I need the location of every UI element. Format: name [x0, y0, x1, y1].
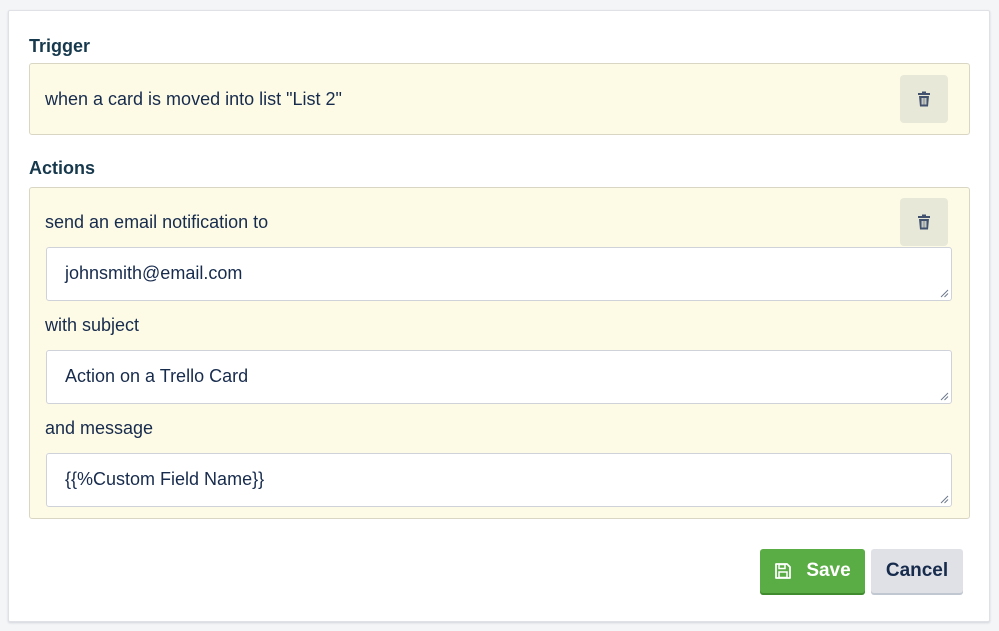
email-recipient-field[interactable]: johnsmith@email.com	[46, 247, 952, 301]
cancel-button-label: Cancel	[885, 560, 949, 581]
message-value: {{%Custom Field Name}}	[65, 469, 265, 489]
message-label: and message	[45, 418, 154, 438]
actions-heading: Actions	[29, 158, 96, 178]
save-button-label: Save	[806, 560, 851, 581]
subject-field[interactable]: Action on a Trello Card	[46, 350, 952, 404]
subject-label: with subject	[45, 315, 140, 335]
resize-grip-icon[interactable]	[939, 288, 949, 298]
cancel-button[interactable]: Cancel	[871, 549, 963, 593]
resize-grip-icon[interactable]	[939, 494, 949, 504]
subject-value: Action on a Trello Card	[65, 366, 249, 386]
resize-grip-icon[interactable]	[939, 391, 949, 401]
trigger-text: when a card is moved into list "List 2"	[45, 89, 342, 109]
rule-editor-card: Trigger when a card is moved into list "…	[8, 10, 990, 622]
floppy-disk-icon	[775, 563, 792, 579]
trash-icon	[918, 91, 930, 107]
send-email-label: send an email notification to	[45, 212, 269, 232]
trash-icon	[918, 214, 930, 230]
email-recipient-value: johnsmith@email.com	[65, 263, 243, 283]
trigger-block: when a card is moved into list "List 2"	[29, 63, 970, 135]
trigger-heading: Trigger	[29, 36, 91, 56]
save-button[interactable]: Save	[760, 549, 865, 593]
delete-trigger-button[interactable]	[900, 75, 948, 123]
delete-action-button[interactable]	[900, 198, 948, 246]
actions-block: send an email notification to johnsmith@…	[29, 187, 970, 519]
message-field[interactable]: {{%Custom Field Name}}	[46, 453, 952, 507]
